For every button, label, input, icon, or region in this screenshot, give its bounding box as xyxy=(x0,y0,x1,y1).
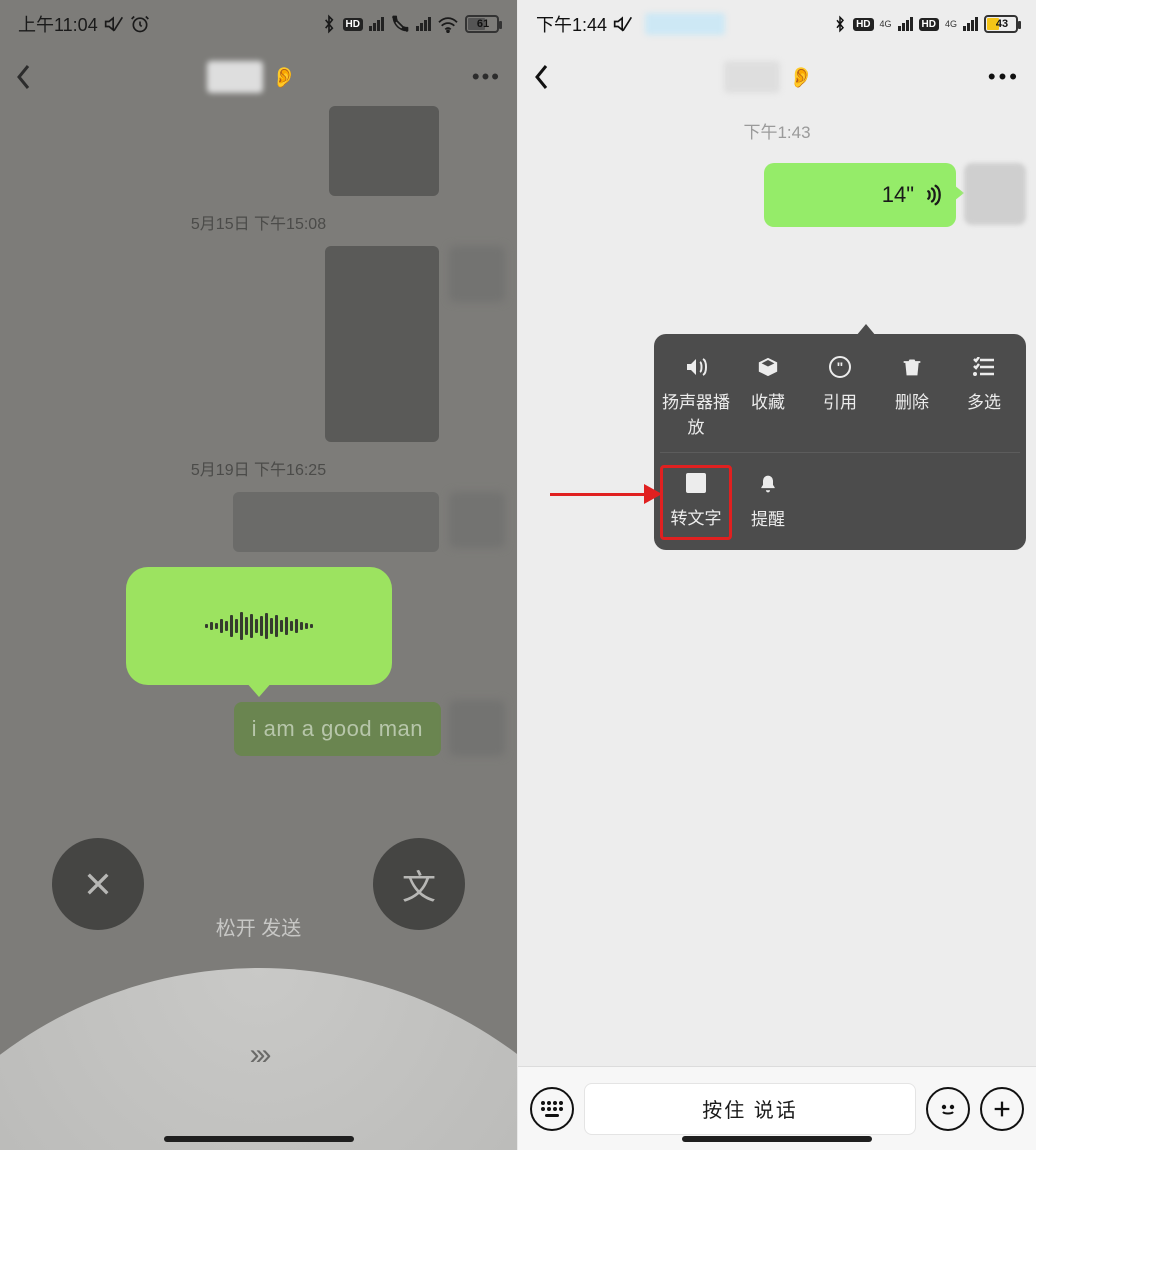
more-icon[interactable]: ••• xyxy=(988,64,1020,90)
right-screenshot: 下午1:44 HD 4G HD 4G 43 👂 ••• 下午1:43 xyxy=(518,0,1036,1150)
voice-duration: 14" xyxy=(882,182,914,208)
recording-bubble xyxy=(126,567,392,685)
bluetooth-icon xyxy=(833,15,847,33)
menu-remind[interactable]: 提醒 xyxy=(732,467,804,540)
nav-bar: 👂 ••• xyxy=(518,48,1036,106)
left-screenshot: 上午11:04 HD 61 👂 ••• xyxy=(0,0,517,1150)
status-time: 下午1:44 xyxy=(536,11,607,37)
annotation-arrow xyxy=(550,490,662,498)
menu-to-text[interactable]: 文 转文字 xyxy=(660,465,732,540)
hold-to-talk-button[interactable]: 按住 说话 xyxy=(584,1083,916,1135)
mute-icon xyxy=(613,14,633,34)
svg-text:文: 文 xyxy=(689,475,704,491)
avatar[interactable] xyxy=(449,246,505,302)
call-reject-icon xyxy=(390,14,410,34)
more-icon[interactable]: ••• xyxy=(472,64,501,90)
ear-icon: 👂 xyxy=(788,65,813,90)
keyboard-toggle-button[interactable] xyxy=(530,1087,574,1131)
chat-timestamp: 下午1:43 xyxy=(518,106,1036,163)
wifi-icon xyxy=(437,15,459,33)
list-check-icon xyxy=(971,354,997,380)
bell-icon xyxy=(755,471,781,497)
avatar[interactable] xyxy=(449,492,505,548)
menu-label: 提醒 xyxy=(751,505,785,530)
voice-play-icon xyxy=(920,184,942,206)
context-menu: 扬声器播放 收藏 " 引用 删除 xyxy=(654,334,1026,550)
nav-bar: 👂 ••• xyxy=(0,48,517,106)
image-message[interactable] xyxy=(233,492,439,552)
timestamp-label: 5月19日 下午16:25 xyxy=(0,456,517,480)
svg-text:": " xyxy=(837,359,844,375)
plus-button[interactable] xyxy=(980,1087,1024,1131)
menu-label: 收藏 xyxy=(751,388,785,413)
speaker-icon xyxy=(683,354,709,380)
hold-talk-label: 按住 说话 xyxy=(702,1094,798,1123)
hd-badge: HD xyxy=(919,18,939,31)
mute-icon xyxy=(104,14,124,34)
home-indicator[interactable] xyxy=(164,1136,354,1142)
status-bar: 上午11:04 HD 61 xyxy=(0,0,517,48)
avatar[interactable] xyxy=(964,163,1026,225)
status-bar: 下午1:44 HD 4G HD 4G 43 xyxy=(518,0,1036,48)
quote-icon: " xyxy=(827,354,853,380)
menu-label: 删除 xyxy=(895,388,929,413)
box-icon xyxy=(755,354,781,380)
carrier-blur xyxy=(645,13,725,35)
menu-favorite[interactable]: 收藏 xyxy=(732,350,804,448)
menu-delete[interactable]: 删除 xyxy=(876,350,948,448)
back-icon[interactable] xyxy=(16,63,32,91)
image-message[interactable] xyxy=(329,106,439,196)
voice-message[interactable]: 14" xyxy=(764,163,956,227)
menu-label: 转文字 xyxy=(671,504,722,529)
timestamp-label: 5月15日 下午15:08 xyxy=(0,210,517,234)
chat-body: 下午1:43 14" 扬声器播放 xyxy=(518,106,1036,1066)
battery-icon: 61 xyxy=(465,15,499,33)
signal2-icon xyxy=(963,17,978,31)
menu-speaker[interactable]: 扬声器播放 xyxy=(660,350,732,448)
menu-multiselect[interactable]: 多选 xyxy=(948,350,1020,448)
menu-quote[interactable]: " 引用 xyxy=(804,350,876,448)
sound-wave-icon: ››› xyxy=(250,1038,268,1072)
status-time: 上午11:04 xyxy=(18,11,98,37)
menu-label: 多选 xyxy=(967,388,1001,413)
signal-icon xyxy=(898,17,913,31)
chat-title xyxy=(724,61,780,93)
menu-label: 引用 xyxy=(823,388,857,413)
text-message[interactable]: i am a good man xyxy=(234,702,441,756)
release-send-label: 松开 发送 xyxy=(0,912,517,941)
hd-badge: HD xyxy=(343,18,363,31)
alarm-icon xyxy=(130,14,150,34)
back-icon[interactable] xyxy=(534,63,550,91)
menu-label: 扬声器播放 xyxy=(660,388,732,438)
text-btn-label: 文 xyxy=(402,860,436,909)
chat-title xyxy=(207,61,263,93)
signal-icon xyxy=(369,17,384,31)
signal2-icon xyxy=(416,17,431,31)
image-message[interactable] xyxy=(325,246,439,442)
battery-icon: 43 xyxy=(984,15,1018,33)
trash-icon xyxy=(899,354,925,380)
avatar[interactable] xyxy=(449,700,505,756)
translate-icon: 文 xyxy=(683,470,709,496)
bluetooth-icon xyxy=(321,14,337,34)
ear-icon: 👂 xyxy=(271,65,296,90)
hd-badge: HD xyxy=(853,18,873,31)
home-indicator[interactable] xyxy=(682,1136,872,1142)
emoji-button[interactable] xyxy=(926,1087,970,1131)
waveform-icon xyxy=(205,612,313,640)
